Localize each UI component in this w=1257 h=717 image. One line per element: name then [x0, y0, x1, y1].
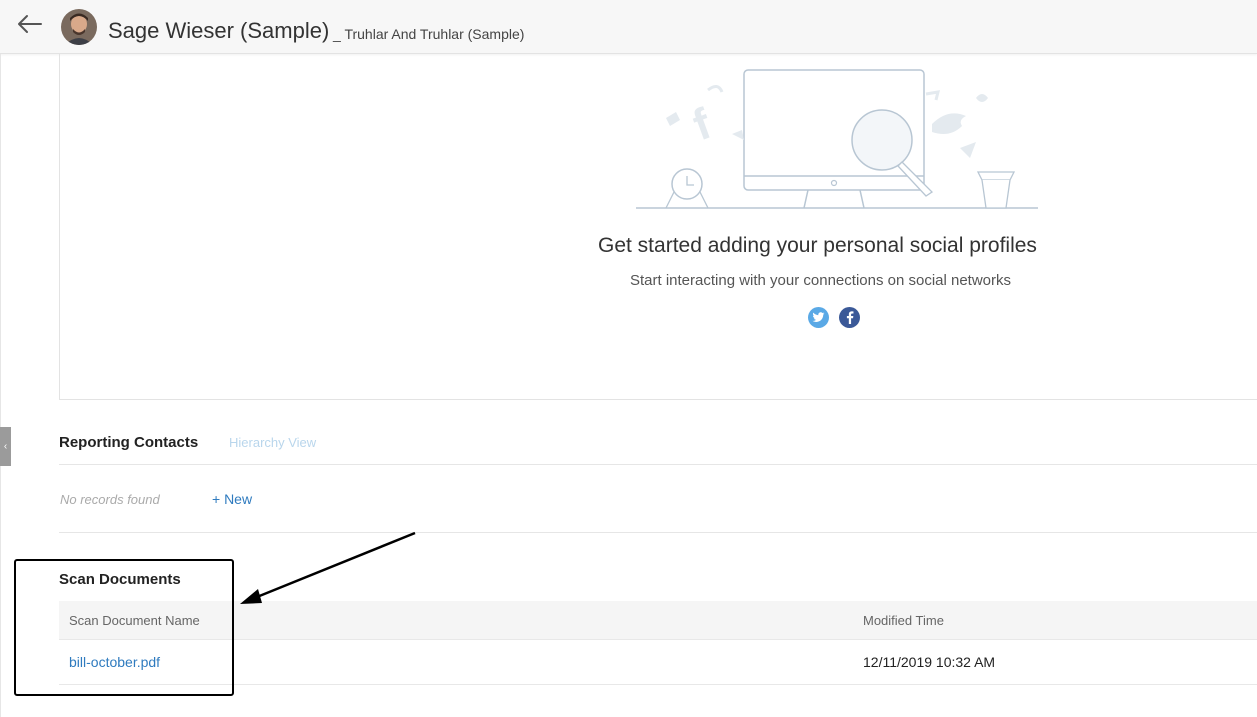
account-separator: _ — [333, 26, 341, 42]
column-header-modified-time[interactable]: Modified Time — [863, 613, 944, 628]
scan-document-link[interactable]: bill-october.pdf — [69, 654, 160, 670]
facebook-button[interactable] — [839, 307, 860, 328]
back-button[interactable] — [14, 10, 46, 38]
record-header: Sage Wieser (Sample) _ Truhlar And Truhl… — [0, 0, 1257, 54]
table-row — [59, 640, 1257, 685]
divider — [59, 464, 1257, 465]
no-records-text: No records found — [60, 492, 160, 507]
facebook-icon — [846, 311, 853, 324]
account-name-link[interactable]: Truhlar And Truhlar (Sample) — [344, 26, 524, 42]
reporting-contacts-title: Reporting Contacts — [59, 434, 199, 451]
hierarchy-view-link[interactable]: Hierarchy View — [229, 435, 316, 450]
collapse-handle[interactable]: ‹ — [0, 427, 11, 466]
chevron-left-icon: ‹ — [3, 441, 8, 452]
modified-time-cell: 12/11/2019 10:32 AM — [863, 654, 996, 670]
column-header-scan-document-name[interactable]: Scan Document Name — [69, 613, 200, 628]
scan-documents-title: Scan Documents — [59, 571, 181, 588]
left-rail — [0, 54, 1, 717]
new-reporting-contact-link[interactable]: + New — [212, 491, 252, 507]
social-illustration: f — [636, 69, 1038, 209]
avatar[interactable] — [61, 9, 97, 45]
social-empty-title: Get started adding your personal social … — [598, 234, 1037, 257]
twitter-button[interactable] — [808, 307, 829, 328]
social-empty-subtitle: Start interacting with your connections … — [630, 272, 1012, 289]
svg-text:f: f — [687, 99, 718, 150]
twitter-icon — [812, 312, 825, 322]
contact-name: Sage Wieser (Sample) — [108, 18, 330, 43]
annotation-arrow-icon — [240, 531, 416, 604]
account-name[interactable]: _ Truhlar And Truhlar (Sample) — [333, 26, 524, 42]
arrow-left-icon — [18, 15, 42, 33]
